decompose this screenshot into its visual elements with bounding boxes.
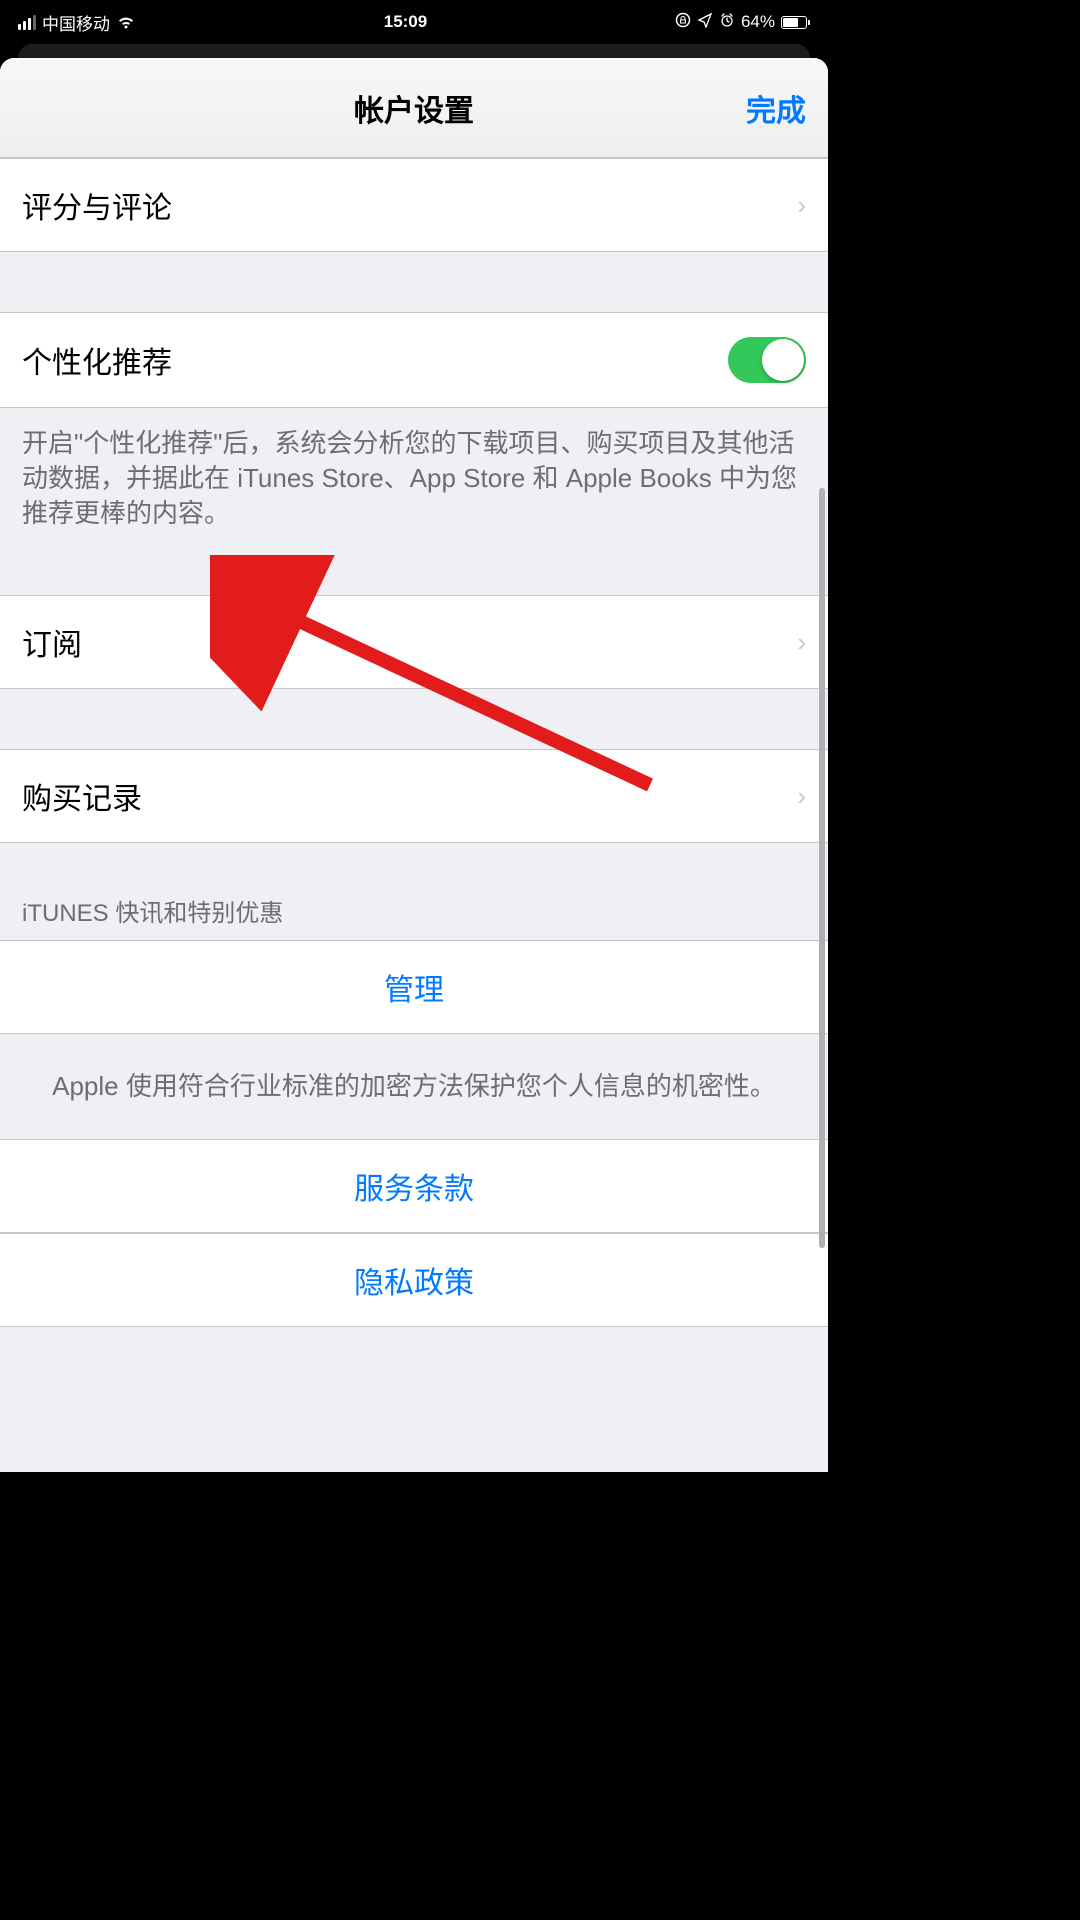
chevron-right-icon: › <box>797 627 806 658</box>
status-left: 中国移动 <box>18 10 136 35</box>
terms-label: 服务条款 <box>354 1164 474 1208</box>
sheet-header: 帐户设置 完成 <box>0 58 828 158</box>
itunes-section-header: iTUNES 快讯和特别优惠 <box>0 843 828 940</box>
signal-icon <box>18 15 36 30</box>
account-settings-sheet: 帐户设置 完成 评分与评论 › 个性化推荐 开启"个性化推荐"后，系统会分析您的… <box>0 58 828 1472</box>
status-right: 64% <box>675 12 810 33</box>
scrollbar[interactable] <box>819 488 825 1248</box>
orientation-lock-icon <box>675 12 691 33</box>
location-icon <box>697 12 713 33</box>
personalized-footer: 开启"个性化推荐"后，系统会分析您的下载项目、购买项目及其他活动数据，并据此在 … <box>0 408 828 559</box>
purchase-history-label: 购买记录 <box>22 774 142 818</box>
personalized-label: 个性化推荐 <box>22 338 172 382</box>
ratings-reviews-row[interactable]: 评分与评论 › <box>0 158 828 252</box>
personalized-recommendations-row: 个性化推荐 <box>0 312 828 408</box>
wifi-icon <box>116 15 136 30</box>
personalized-toggle[interactable] <box>728 337 806 383</box>
manage-button[interactable]: 管理 <box>0 940 828 1034</box>
privacy-label: 隐私政策 <box>354 1258 474 1302</box>
subscriptions-row[interactable]: 订阅 › <box>0 595 828 689</box>
alarm-icon <box>719 12 735 33</box>
manage-label: 管理 <box>384 965 444 1009</box>
done-button[interactable]: 完成 <box>746 86 806 130</box>
battery-icon <box>781 16 810 29</box>
purchase-history-row[interactable]: 购买记录 › <box>0 749 828 843</box>
privacy-policy-button[interactable]: 隐私政策 <box>0 1234 828 1327</box>
carrier-label: 中国移动 <box>42 10 110 35</box>
page-title: 帐户设置 <box>354 86 474 130</box>
ratings-reviews-label: 评分与评论 <box>22 183 172 227</box>
terms-of-service-button[interactable]: 服务条款 <box>0 1139 828 1233</box>
status-bar: 中国移动 15:09 64% <box>0 0 828 44</box>
content: 评分与评论 › 个性化推荐 开启"个性化推荐"后，系统会分析您的下载项目、购买项… <box>0 158 828 1327</box>
battery-pct: 64% <box>741 12 775 32</box>
chevron-right-icon: › <box>797 190 806 221</box>
clock: 15:09 <box>384 12 427 32</box>
encryption-note: Apple 使用符合行业标准的加密方法保护您个人信息的机密性。 <box>0 1034 828 1138</box>
subscriptions-label: 订阅 <box>22 620 82 664</box>
chevron-right-icon: › <box>797 781 806 812</box>
